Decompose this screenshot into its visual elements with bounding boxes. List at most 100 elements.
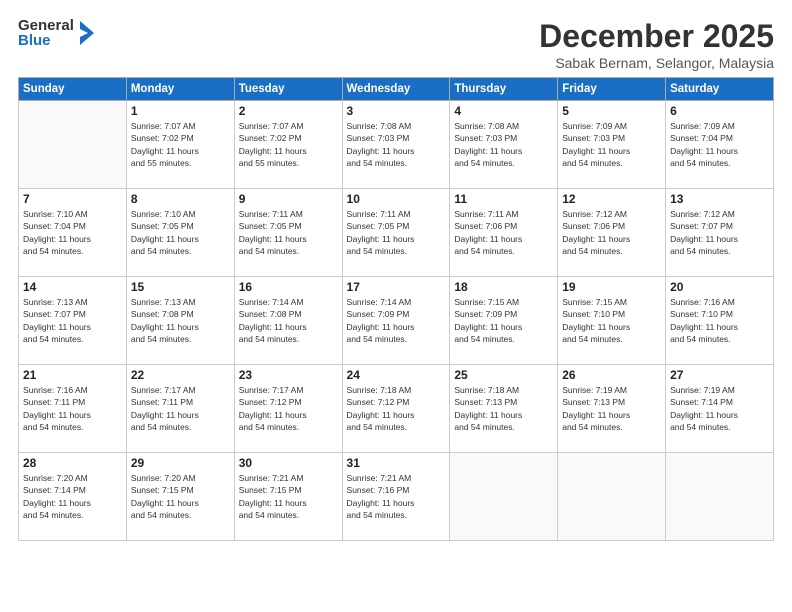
logo: General Blue <box>18 18 96 48</box>
day-info: Sunrise: 7:13 AMSunset: 7:08 PMDaylight:… <box>131 296 230 345</box>
table-row: 9Sunrise: 7:11 AMSunset: 7:05 PMDaylight… <box>234 189 342 277</box>
header-sunday: Sunday <box>19 78 127 101</box>
table-row: 2 Sunrise: 7:07 AMSunset: 7:02 PMDaylight… <box>234 101 342 189</box>
table-row: 11 Sunrise: 7:11 AMSunset: 7:06 PMDayligh… <box>450 189 558 277</box>
table-row: 12 Sunrise: 7:12 AMSunset: 7:06 PMDayligh… <box>558 189 666 277</box>
table-row: 24 Sunrise: 7:18 AMSunset: 7:12 PMDayligh… <box>342 365 450 453</box>
table-row: 30Sunrise: 7:21 AMSunset: 7:15 PMDayligh… <box>234 453 342 541</box>
day-number: 5 <box>562 104 661 118</box>
table-row: 17Sunrise: 7:14 AMSunset: 7:09 PMDayligh… <box>342 277 450 365</box>
day-info: Sunrise: 7:12 AMSunset: 7:06 PMDaylight:… <box>562 208 661 257</box>
day-number: 31 <box>347 456 446 470</box>
day-info: Sunrise: 7:19 AMSunset: 7:14 PMDaylight:… <box>670 384 769 433</box>
header-saturday: Saturday <box>666 78 774 101</box>
day-number: 23 <box>239 368 338 382</box>
day-info: Sunrise: 7:10 AMSunset: 7:05 PMDaylight:… <box>131 208 230 257</box>
day-info: Sunrise: 7:18 AMSunset: 7:13 PMDaylight:… <box>454 384 553 433</box>
day-number: 10 <box>347 192 446 206</box>
day-number: 24 <box>347 368 446 382</box>
logo-text: General Blue <box>18 18 74 48</box>
logo-icon <box>76 19 96 47</box>
day-number: 17 <box>347 280 446 294</box>
day-info: Sunrise: 7:11 AMSunset: 7:06 PMDaylight:… <box>454 208 553 257</box>
day-info: Sunrise: 7:19 AMSunset: 7:13 PMDaylight:… <box>562 384 661 433</box>
table-row: 25Sunrise: 7:18 AMSunset: 7:13 PMDayligh… <box>450 365 558 453</box>
day-number: 22 <box>131 368 230 382</box>
day-number: 12 <box>562 192 661 206</box>
table-row: 15Sunrise: 7:13 AMSunset: 7:08 PMDayligh… <box>126 277 234 365</box>
title-area: December 2025 Sabak Bernam, Selangor, Ma… <box>539 18 774 71</box>
day-number: 26 <box>562 368 661 382</box>
day-number: 6 <box>670 104 769 118</box>
day-number: 11 <box>454 192 553 206</box>
table-row: 14 Sunrise: 7:13 AMSunset: 7:07 PMDayligh… <box>19 277 127 365</box>
day-info: Sunrise: 7:20 AMSunset: 7:14 PMDaylight:… <box>23 472 122 521</box>
table-row: 27 Sunrise: 7:19 AMSunset: 7:14 PMDayligh… <box>666 365 774 453</box>
table-row: 13 Sunrise: 7:12 AMSunset: 7:07 PMDayligh… <box>666 189 774 277</box>
day-number: 8 <box>131 192 230 206</box>
table-row: 8 Sunrise: 7:10 AMSunset: 7:05 PMDaylight… <box>126 189 234 277</box>
day-info: Sunrise: 7:18 AMSunset: 7:12 PMDaylight:… <box>347 384 446 433</box>
day-number: 13 <box>670 192 769 206</box>
table-row <box>666 453 774 541</box>
day-info: Sunrise: 7:07 AMSunset: 7:02 PMDaylight:… <box>131 120 230 169</box>
header-friday: Friday <box>558 78 666 101</box>
header: General Blue December 2025 Sabak Bernam,… <box>18 18 774 71</box>
day-number: 2 <box>239 104 338 118</box>
table-row: 5 Sunrise: 7:09 AMSunset: 7:03 PMDaylight… <box>558 101 666 189</box>
day-info: Sunrise: 7:21 AMSunset: 7:15 PMDaylight:… <box>239 472 338 521</box>
day-info: Sunrise: 7:13 AMSunset: 7:07 PMDaylight:… <box>23 296 122 345</box>
day-info: Sunrise: 7:21 AMSunset: 7:16 PMDaylight:… <box>347 472 446 521</box>
calendar-week-5: 28 Sunrise: 7:20 AMSunset: 7:14 PMDayligh… <box>19 453 774 541</box>
calendar-week-4: 21 Sunrise: 7:16 AMSunset: 7:11 PMDayligh… <box>19 365 774 453</box>
header-monday: Monday <box>126 78 234 101</box>
day-info: Sunrise: 7:12 AMSunset: 7:07 PMDaylight:… <box>670 208 769 257</box>
day-info: Sunrise: 7:09 AMSunset: 7:04 PMDaylight:… <box>670 120 769 169</box>
table-row <box>19 101 127 189</box>
day-number: 19 <box>562 280 661 294</box>
day-info: Sunrise: 7:15 AMSunset: 7:09 PMDaylight:… <box>454 296 553 345</box>
table-row: 18 Sunrise: 7:15 AMSunset: 7:09 PMDayligh… <box>450 277 558 365</box>
day-info: Sunrise: 7:17 AMSunset: 7:12 PMDaylight:… <box>239 384 338 433</box>
day-info: Sunrise: 7:08 AMSunset: 7:03 PMDaylight:… <box>454 120 553 169</box>
location: Sabak Bernam, Selangor, Malaysia <box>539 55 774 71</box>
table-row <box>450 453 558 541</box>
day-info: Sunrise: 7:16 AMSunset: 7:11 PMDaylight:… <box>23 384 122 433</box>
day-info: Sunrise: 7:16 AMSunset: 7:10 PMDaylight:… <box>670 296 769 345</box>
day-number: 27 <box>670 368 769 382</box>
day-info: Sunrise: 7:17 AMSunset: 7:11 PMDaylight:… <box>131 384 230 433</box>
day-number: 28 <box>23 456 122 470</box>
page: General Blue December 2025 Sabak Bernam,… <box>0 0 792 612</box>
table-row: 19 Sunrise: 7:15 AMSunset: 7:10 PMDayligh… <box>558 277 666 365</box>
table-row: 21 Sunrise: 7:16 AMSunset: 7:11 PMDayligh… <box>19 365 127 453</box>
day-info: Sunrise: 7:11 AMSunset: 7:05 PMDaylight:… <box>347 208 446 257</box>
table-row: 3Sunrise: 7:08 AMSunset: 7:03 PMDaylight… <box>342 101 450 189</box>
day-number: 4 <box>454 104 553 118</box>
table-row: 28 Sunrise: 7:20 AMSunset: 7:14 PMDayligh… <box>19 453 127 541</box>
day-number: 21 <box>23 368 122 382</box>
calendar-table: Sunday Monday Tuesday Wednesday Thursday… <box>18 77 774 541</box>
table-row: 10 Sunrise: 7:11 AMSunset: 7:05 PMDayligh… <box>342 189 450 277</box>
day-number: 16 <box>239 280 338 294</box>
table-row: 7Sunrise: 7:10 AMSunset: 7:04 PMDaylight… <box>19 189 127 277</box>
day-number: 18 <box>454 280 553 294</box>
table-row: 29Sunrise: 7:20 AMSunset: 7:15 PMDayligh… <box>126 453 234 541</box>
day-info: Sunrise: 7:15 AMSunset: 7:10 PMDaylight:… <box>562 296 661 345</box>
day-info: Sunrise: 7:20 AMSunset: 7:15 PMDaylight:… <box>131 472 230 521</box>
month-title: December 2025 <box>539 18 774 55</box>
table-row <box>558 453 666 541</box>
table-row: 1 Sunrise: 7:07 AMSunset: 7:02 PMDaylight… <box>126 101 234 189</box>
day-info: Sunrise: 7:08 AMSunset: 7:03 PMDaylight:… <box>347 120 446 169</box>
calendar-week-1: 1 Sunrise: 7:07 AMSunset: 7:02 PMDaylight… <box>19 101 774 189</box>
table-row: 4 Sunrise: 7:08 AMSunset: 7:03 PMDaylight… <box>450 101 558 189</box>
calendar-week-2: 7Sunrise: 7:10 AMSunset: 7:04 PMDaylight… <box>19 189 774 277</box>
day-info: Sunrise: 7:10 AMSunset: 7:04 PMDaylight:… <box>23 208 122 257</box>
day-info: Sunrise: 7:07 AMSunset: 7:02 PMDaylight:… <box>239 120 338 169</box>
header-thursday: Thursday <box>450 78 558 101</box>
table-row: 20Sunrise: 7:16 AMSunset: 7:10 PMDayligh… <box>666 277 774 365</box>
day-info: Sunrise: 7:09 AMSunset: 7:03 PMDaylight:… <box>562 120 661 169</box>
table-row: 22 Sunrise: 7:17 AMSunset: 7:11 PMDayligh… <box>126 365 234 453</box>
day-number: 14 <box>23 280 122 294</box>
table-row: 23 Sunrise: 7:17 AMSunset: 7:12 PMDayligh… <box>234 365 342 453</box>
day-number: 1 <box>131 104 230 118</box>
